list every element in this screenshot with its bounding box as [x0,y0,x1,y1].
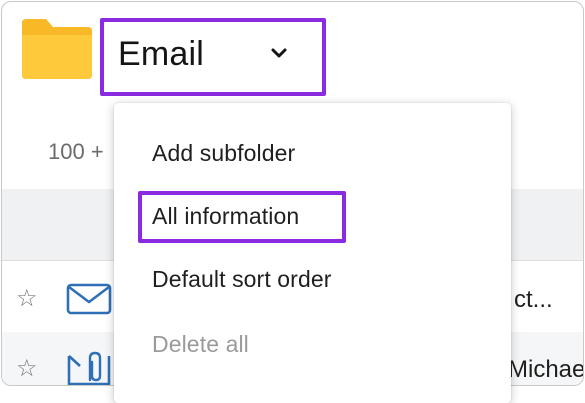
message-snippet[interactable]: Michae [508,356,583,384]
star-icon[interactable]: ☆ [16,284,38,313]
message-snippet[interactable]: ct... [514,286,553,314]
star-icon[interactable]: ☆ [16,354,38,383]
menu-item-delete-all: Delete all [152,331,249,357]
attachment-envelope-icon [67,351,111,385]
menu-item-default-sort-order[interactable]: Default sort order [152,266,332,293]
message-count: 100 + [48,139,104,164]
folder-options-menu: Add subfolder All information Default so… [114,103,511,403]
menu-item-highlight-box [138,191,346,243]
folder-title: Email [118,34,205,73]
chevron-down-icon[interactable] [270,44,288,62]
envelope-icon [66,283,112,315]
folder-title-dropdown[interactable]: Email [118,32,308,76]
folder-icon [22,19,92,79]
menu-item-add-subfolder[interactable]: Add subfolder [152,140,295,167]
